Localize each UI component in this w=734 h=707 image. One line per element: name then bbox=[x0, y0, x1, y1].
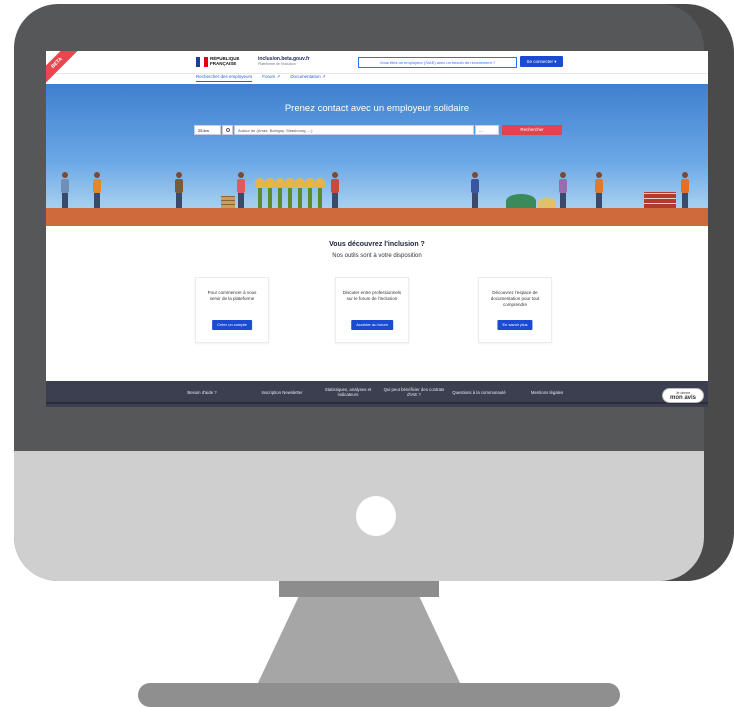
card-documentation: Découvrez l'espace de documentation pour… bbox=[478, 277, 552, 343]
plant-illustration bbox=[285, 178, 295, 208]
worker-illustration bbox=[558, 172, 568, 208]
connect-button-label: Se connecter bbox=[526, 59, 553, 64]
worker-illustration bbox=[236, 172, 246, 208]
mon-avis-badge[interactable]: Je donne mon avis bbox=[662, 388, 704, 403]
crates-illustration bbox=[221, 196, 235, 208]
site-header: RÉPUBLIQUE FRANÇAISE inclusion.beta.gouv… bbox=[46, 51, 708, 74]
footer-link-eligibility[interactable]: Qui peut bénéficier des contrats d'IAE ? bbox=[382, 381, 446, 403]
ground-illustration bbox=[46, 208, 708, 226]
city-input[interactable]: Autour de (Arras, Bobigny, Strasbourg, .… bbox=[234, 125, 474, 135]
worker-illustration bbox=[60, 172, 70, 208]
hero-banner: Prenez contact avec un employeur solidai… bbox=[46, 84, 708, 226]
radius-select[interactable]: 25 km bbox=[194, 125, 221, 135]
nav-documentation[interactable]: Documentation ↗ bbox=[290, 74, 325, 82]
worker-illustration bbox=[594, 172, 604, 208]
nav-search-employers[interactable]: Rechercher des employeurs bbox=[196, 74, 253, 82]
forum-access-button[interactable]: Accéder au forum bbox=[351, 320, 393, 330]
plant-illustration bbox=[275, 178, 285, 208]
plant-illustration bbox=[295, 178, 305, 208]
browser-screen: RÉPUBLIQUE FRANÇAISE inclusion.beta.gouv… bbox=[46, 51, 708, 407]
kind-select[interactable]: --- bbox=[475, 125, 499, 135]
worker-illustration bbox=[470, 172, 480, 208]
mon-avis-bottom: mon avis bbox=[669, 395, 696, 401]
republique-line-2: FRANÇAISE bbox=[210, 61, 237, 66]
bush-illustration bbox=[538, 198, 556, 208]
plant-illustration bbox=[305, 178, 315, 208]
monitor-power-button bbox=[356, 496, 396, 536]
search-button[interactable]: Rechercher bbox=[502, 125, 562, 135]
learn-more-button[interactable]: En savoir plus bbox=[497, 320, 533, 330]
footer-link-legal[interactable]: Mentions légales bbox=[512, 381, 582, 403]
card-text: Discuter entre professionnels sur le for… bbox=[342, 290, 402, 301]
chevron-down-icon: ▾ bbox=[554, 59, 557, 64]
discover-title: Vous découvrez l'inclusion ? bbox=[329, 241, 425, 248]
search-form: 25 km Autour de (Arras, Bobigny, Strasbo… bbox=[194, 125, 562, 135]
card-create-account: Pour commencer à vous servir de la plate… bbox=[195, 277, 269, 343]
discover-subtitle: Nos outils sont à votre disposition bbox=[332, 253, 422, 259]
sub-navigation: Rechercher des employeurs Forum ↗ Docume… bbox=[196, 74, 326, 82]
french-flag-logo bbox=[196, 57, 208, 67]
connect-button[interactable]: Se connecter ▾ bbox=[520, 56, 563, 67]
footer-link-statistics[interactable]: Statistiques, analyses et indicateurs bbox=[318, 381, 378, 403]
employer-message-banner[interactable]: Vous êtes un employeur (SIAE) avec un be… bbox=[358, 57, 517, 68]
gardener-illustration bbox=[174, 172, 184, 208]
footer-link-community[interactable]: Questions à la communauté bbox=[450, 381, 508, 403]
card-forum: Discuter entre professionnels sur le for… bbox=[335, 277, 409, 343]
footer-link-help[interactable]: Besoin d'aide ? bbox=[174, 381, 230, 403]
nav-forum[interactable]: Forum ↗ bbox=[262, 74, 280, 82]
republique-francaise-logo[interactable]: RÉPUBLIQUE FRANÇAISE bbox=[210, 56, 240, 66]
plant-illustration bbox=[315, 178, 325, 208]
monitor-base bbox=[138, 683, 620, 707]
worker-illustration bbox=[92, 172, 102, 208]
mason-illustration bbox=[680, 172, 690, 208]
card-text: Découvrez l'espace de documentation pour… bbox=[490, 290, 540, 307]
create-account-button[interactable]: Créer un compte bbox=[212, 320, 252, 330]
footer-link-newsletter[interactable]: Inscription Newsletter bbox=[250, 381, 314, 403]
bush-illustration bbox=[506, 194, 536, 208]
site-tagline: Plateforme de l'inclusion bbox=[258, 62, 296, 66]
bricks-illustration bbox=[644, 192, 676, 208]
plant-illustration bbox=[265, 178, 275, 208]
monitor-neck-shadow bbox=[279, 581, 439, 597]
footer-accent-line bbox=[46, 402, 708, 404]
plant-illustration bbox=[255, 178, 265, 208]
location-icon[interactable] bbox=[222, 125, 233, 135]
hero-title: Prenez contact avec un employeur solidai… bbox=[284, 103, 470, 114]
card-text: Pour commencer à vous servir de la plate… bbox=[207, 290, 257, 301]
farmer-illustration bbox=[330, 172, 340, 208]
